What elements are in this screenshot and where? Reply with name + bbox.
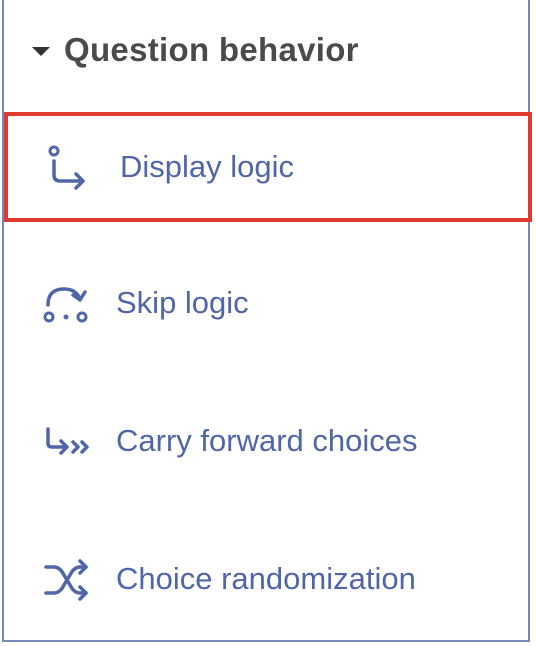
menu-item-label: Choice randomization — [116, 561, 416, 596]
menu-item-choice-randomization[interactable]: Choice randomization — [4, 524, 528, 634]
display-logic-icon — [44, 141, 96, 193]
menu-item-display-logic[interactable]: Display logic — [4, 112, 532, 222]
menu-item-carry-forward-choices[interactable]: Carry forward choices — [4, 386, 528, 496]
question-behavior-panel: Question behavior Display logic Skip log… — [2, 0, 532, 642]
menu-item-label: Carry forward choices — [116, 423, 418, 458]
carry-forward-icon — [40, 415, 92, 467]
shuffle-icon — [40, 553, 92, 605]
menu-item-skip-logic[interactable]: Skip logic — [4, 248, 528, 358]
section-title: Question behavior — [64, 31, 359, 68]
menu-item-label: Display logic — [120, 149, 295, 184]
caret-down-icon — [32, 46, 50, 56]
section-header-question-behavior[interactable]: Question behavior — [32, 22, 359, 78]
menu-item-label: Skip logic — [116, 285, 249, 320]
skip-logic-icon — [40, 277, 92, 329]
